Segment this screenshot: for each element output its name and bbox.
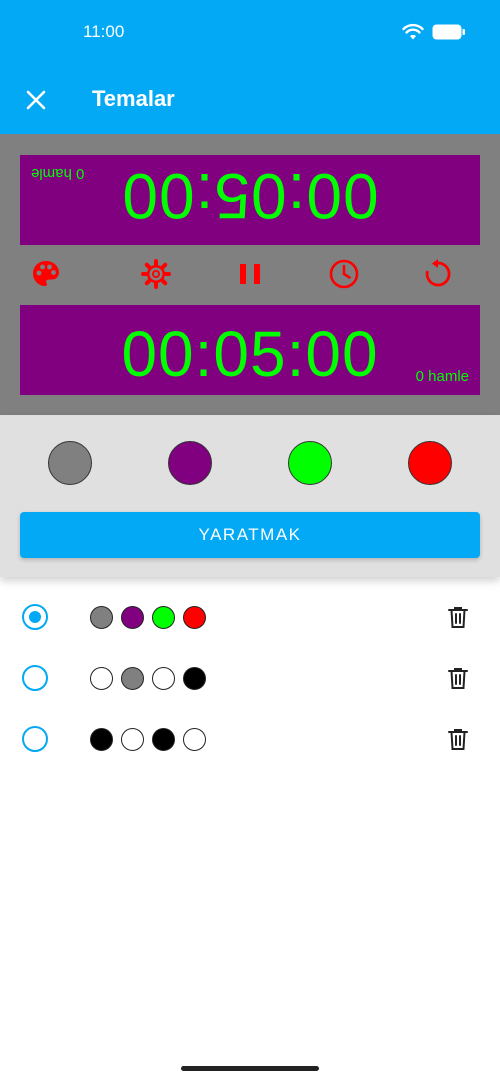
top-clock-moves: 0 hamle [31,165,85,182]
theme-color-dot [121,667,144,690]
clock-icon [329,259,359,289]
theme-editor: YARATMAK [0,415,500,577]
status-time: 11:00 [83,22,125,41]
bottom-clock-moves: 0 hamle [415,368,469,385]
swatch-buttons[interactable] [408,441,452,485]
reset-icon [425,259,451,287]
theme-row[interactable] [0,592,500,642]
trash-icon[interactable] [446,605,470,629]
create-button[interactable]: YARATMAK [20,512,480,558]
theme-row[interactable] [0,714,500,764]
swatch-background[interactable] [48,441,92,485]
trash-icon[interactable] [446,666,470,690]
theme-colors [90,728,206,751]
theme-row[interactable] [0,653,500,703]
app-bar: 11:00 Temalar [0,0,500,134]
theme-color-dot [90,728,113,751]
palette-icon [33,261,59,286]
theme-color-dot [183,667,206,690]
theme-radio[interactable] [22,604,48,630]
bottom-clock-time: 00:05:00 [121,318,379,390]
theme-preview: 00:05:00 0 hamle 00:05:00 0 hamle [0,134,500,415]
theme-color-dot [152,728,175,751]
theme-radio[interactable] [22,726,48,752]
theme-color-dot [183,728,206,751]
theme-color-dot [121,728,144,751]
theme-radio[interactable] [22,665,48,691]
home-indicator [181,1066,319,1071]
theme-color-dot [152,606,175,629]
trash-icon[interactable] [446,727,470,751]
pause-icon [240,264,260,284]
page-title: Temalar [92,86,175,111]
top-clock-time: 00:05:00 [121,160,379,232]
status-icons [402,22,466,42]
theme-colors [90,667,206,690]
swatch-text[interactable] [288,441,332,485]
theme-color-dot [121,606,144,629]
wifi-icon [402,23,424,40]
control-bar [20,254,480,294]
top-clock-panel: 00:05:00 0 hamle [20,155,480,245]
theme-color-dot [90,667,113,690]
theme-colors [90,606,206,629]
close-icon[interactable] [22,86,50,114]
theme-color-dot [90,606,113,629]
theme-color-dot [183,606,206,629]
swatch-panel[interactable] [168,441,212,485]
theme-color-dot [152,667,175,690]
bottom-clock-panel: 00:05:00 0 hamle [20,305,480,395]
battery-icon [432,24,465,40]
settings-icon [141,259,171,289]
